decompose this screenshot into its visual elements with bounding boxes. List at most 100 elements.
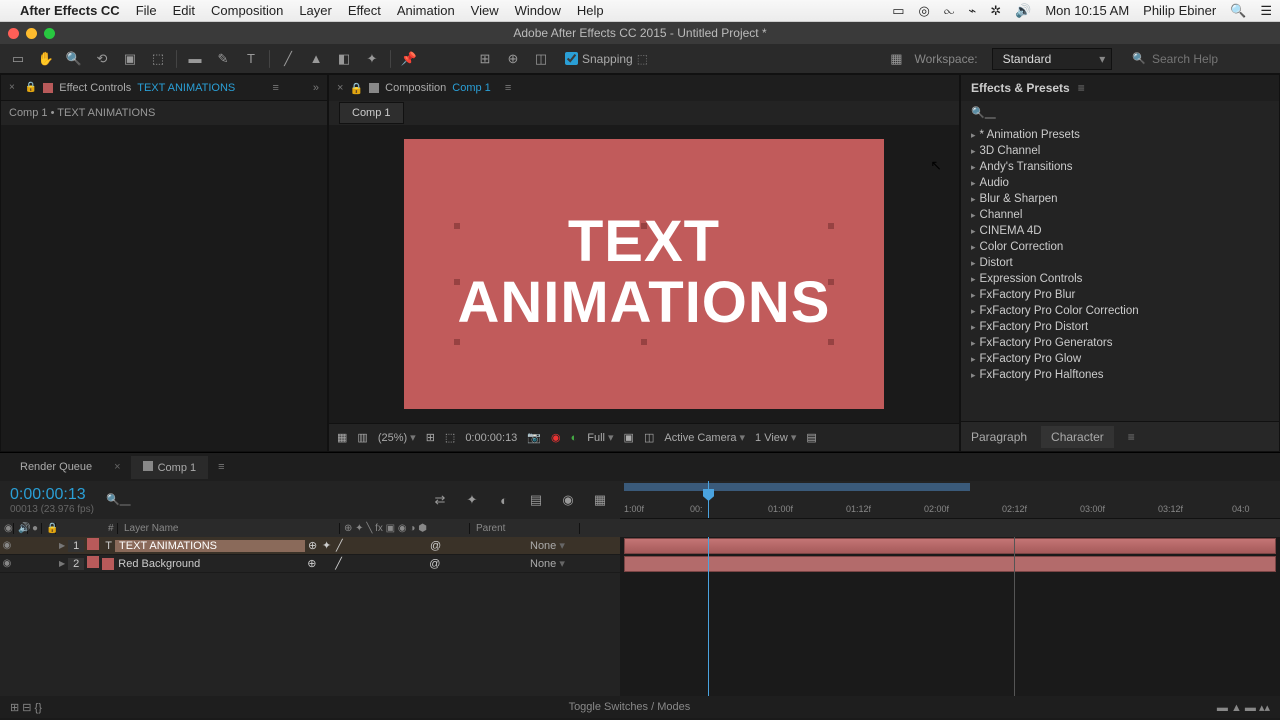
timecode-display[interactable]: 0:00:00:13 (465, 432, 517, 444)
layer-row[interactable]: ◉ ▶ 1 T TEXT ANIMATIONS ⊕ ✦ ╱ @ None (0, 537, 620, 555)
character-tab[interactable]: Character (1041, 426, 1114, 448)
toggle-switches-button[interactable]: Toggle Switches / Modes (569, 701, 691, 713)
pixel-ar-icon[interactable]: ▤ (806, 431, 816, 444)
draft3d-icon[interactable]: ✦ (462, 490, 482, 510)
twirl-icon[interactable]: ▶ (56, 541, 68, 550)
user-menu[interactable]: Philip Ebiner (1143, 3, 1216, 18)
spotlight-icon[interactable]: 🔍 (1230, 3, 1246, 19)
preset-category[interactable]: Channel (961, 207, 1279, 223)
visibility-icon[interactable]: ◉ (0, 540, 14, 551)
selection-tool-icon[interactable]: ▭ (8, 49, 28, 69)
preset-category[interactable]: Color Correction (961, 239, 1279, 255)
timeline-timecode[interactable]: 0:00:00:13 (10, 486, 94, 504)
preset-category[interactable]: FxFactory Pro Glow (961, 351, 1279, 367)
parent-link-icon[interactable]: @ (426, 558, 443, 570)
3d-icon[interactable]: ◫ (644, 431, 654, 444)
selection-handle[interactable] (828, 279, 834, 285)
preset-category[interactable]: Distort (961, 255, 1279, 271)
battery-icon[interactable]: ▭ (892, 3, 904, 19)
transform-icon[interactable]: ⊕ (305, 539, 319, 552)
layer-bar[interactable] (624, 556, 1276, 572)
workspace-select[interactable]: Standard (992, 48, 1113, 70)
text-tool-icon[interactable]: T (241, 49, 261, 69)
effects-list[interactable]: * Animation Presets 3D Channel Andy's Tr… (961, 125, 1279, 421)
panel-link[interactable]: TEXT ANIMATIONS (137, 82, 235, 94)
canvas[interactable]: TEXT ANIMATIONS ↖ (404, 139, 884, 409)
selection-handle[interactable] (828, 223, 834, 229)
shy-icon[interactable]: ◐ (494, 490, 514, 510)
cc-icon[interactable]: ◎ (918, 3, 929, 19)
layer-name[interactable]: Red Background (114, 558, 304, 570)
sync-icon[interactable]: ✲ (990, 3, 1001, 19)
composition-viewer[interactable]: TEXT ANIMATIONS ↖ (329, 125, 959, 423)
timeline-comp-tab[interactable]: Comp 1 (131, 456, 209, 479)
search-layers-icon[interactable]: 🔍⎽ (106, 493, 131, 507)
search-help-input[interactable] (1152, 52, 1272, 66)
preset-category[interactable]: Blur & Sharpen (961, 191, 1279, 207)
close-tab-icon[interactable]: × (9, 82, 15, 93)
comp-link[interactable]: Comp 1 (452, 82, 491, 94)
clock[interactable]: Mon 10:15 AM (1045, 3, 1129, 18)
lock-icon[interactable]: 🔒 (25, 82, 37, 93)
selection-handle[interactable] (641, 339, 647, 345)
snapping-checkbox[interactable] (565, 52, 578, 65)
frame-blend-icon[interactable]: ▤ (526, 490, 546, 510)
selection-handle[interactable] (454, 223, 460, 229)
preset-category[interactable]: FxFactory Pro Distort (961, 319, 1279, 335)
menu-window[interactable]: Window (515, 3, 561, 18)
preset-category[interactable]: FxFactory Pro Halftones (961, 367, 1279, 383)
selection-handle[interactable] (828, 339, 834, 345)
anchor-tool-icon[interactable]: ⊕ (503, 49, 523, 69)
parent-select[interactable]: None (530, 539, 620, 552)
menu-file[interactable]: File (136, 3, 157, 18)
menu-effect[interactable]: Effect (348, 3, 381, 18)
puppet-tool-icon[interactable]: 📌 (399, 49, 419, 69)
panel-menu-icon[interactable]: ≡ (1078, 81, 1085, 95)
twirl-icon[interactable]: ▶ (56, 559, 68, 568)
preset-category[interactable]: FxFactory Pro Color Correction (961, 303, 1279, 319)
preset-category[interactable]: FxFactory Pro Generators (961, 335, 1279, 351)
sync-settings-icon[interactable]: ▦ (886, 49, 906, 69)
layer-color-swatch[interactable] (87, 556, 99, 568)
playhead[interactable] (708, 481, 709, 518)
panel-menu-icon[interactable]: ≡ (272, 82, 278, 94)
layer-bar[interactable] (624, 538, 1276, 554)
selection-handle[interactable] (454, 339, 460, 345)
snapping-toggle[interactable]: Snapping ⬚ (565, 52, 648, 66)
menu-animation[interactable]: Animation (397, 3, 455, 18)
lock-icon[interactable]: 🔒 (349, 82, 363, 95)
time-ruler[interactable]: 1:00f 00: 01:00f 01:12f 02:00f 02:12f 03… (620, 481, 1280, 519)
minimize-icon[interactable] (26, 28, 37, 39)
effects-search[interactable]: 🔍⎽ (961, 101, 1279, 125)
comp-tab[interactable]: Comp 1 (339, 102, 404, 124)
zoom-icon[interactable] (44, 28, 55, 39)
preset-category[interactable]: 3D Channel (961, 143, 1279, 159)
menu-help[interactable]: Help (577, 3, 604, 18)
eraser-tool-icon[interactable]: ◧ (334, 49, 354, 69)
layer-name[interactable]: TEXT ANIMATIONS (115, 540, 305, 552)
layer-row[interactable]: ◉ ▶ 2 Red Background ⊕ ╱ @ None (0, 555, 620, 573)
motion-blur-icon[interactable]: ◉ (558, 490, 578, 510)
app-menu[interactable]: After Effects CC (20, 3, 120, 18)
preset-category[interactable]: CINEMA 4D (961, 223, 1279, 239)
brush-tool-icon[interactable]: ╱ (278, 49, 298, 69)
zoom-tool-icon[interactable]: 🔍 (64, 49, 84, 69)
pen-tool-icon[interactable]: ✎ (213, 49, 233, 69)
layer-color-swatch[interactable] (87, 538, 99, 550)
preset-category[interactable]: Expression Controls (961, 271, 1279, 287)
menu-composition[interactable]: Composition (211, 3, 283, 18)
panel-menu-icon[interactable]: ≡ (218, 461, 224, 473)
panel-menu-icon[interactable]: ≡ (1128, 430, 1135, 444)
camera-select[interactable]: Active Camera (664, 431, 745, 444)
close-tab-icon[interactable]: × (337, 82, 343, 94)
preset-category[interactable]: Audio (961, 175, 1279, 191)
visibility-icon[interactable]: ◉ (0, 558, 14, 569)
selection-handle[interactable] (641, 223, 647, 229)
parent-select[interactable]: None (530, 557, 620, 570)
mag-icon[interactable]: ▦ (337, 431, 347, 444)
snap-opts-icon[interactable]: ⬚ (637, 52, 648, 66)
graph-icon[interactable]: ▦ (590, 490, 610, 510)
align-tool-icon[interactable]: ⊞ (475, 49, 495, 69)
mask-tool-icon[interactable]: ◫ (531, 49, 551, 69)
menu-layer[interactable]: Layer (299, 3, 332, 18)
